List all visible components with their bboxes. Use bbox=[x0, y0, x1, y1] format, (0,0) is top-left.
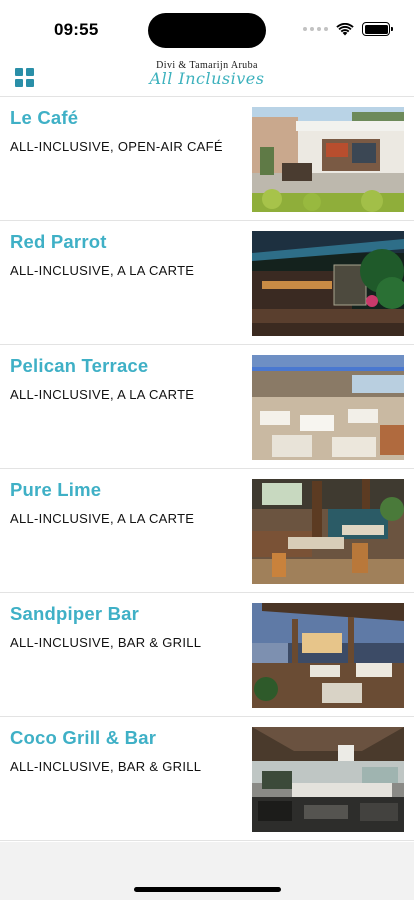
restaurant-row-le-cafe[interactable]: Le Café ALL-INCLUSIVE, OPEN-AIR CAFÉ bbox=[0, 97, 414, 221]
restaurant-name: Pure Lime bbox=[10, 479, 102, 500]
wifi-icon bbox=[336, 22, 354, 35]
restaurant-photo bbox=[252, 479, 404, 584]
restaurant-photo bbox=[252, 355, 404, 460]
status-bar: 09:55 bbox=[0, 0, 414, 56]
restaurant-row-sandpiper-bar[interactable]: Sandpiper Bar ALL-INCLUSIVE, BAR & GRILL bbox=[0, 593, 414, 717]
restaurant-photo bbox=[252, 727, 404, 832]
restaurant-name: Le Café bbox=[10, 107, 79, 128]
home-indicator[interactable] bbox=[134, 887, 281, 892]
restaurant-row-coco-grill-bar[interactable]: Coco Grill & Bar ALL-INCLUSIVE, BAR & GR… bbox=[0, 717, 414, 841]
restaurant-description: ALL-INCLUSIVE, BAR & GRILL bbox=[10, 759, 202, 774]
battery-icon bbox=[362, 22, 393, 36]
app-header: Divi & Tamarijn Aruba All Inclusives bbox=[0, 56, 414, 97]
dynamic-island bbox=[148, 13, 266, 48]
restaurant-name: Red Parrot bbox=[10, 231, 107, 252]
restaurant-description: ALL-INCLUSIVE, A LA CARTE bbox=[10, 387, 195, 402]
restaurant-description: ALL-INCLUSIVE, A LA CARTE bbox=[10, 511, 195, 526]
restaurant-name: Pelican Terrace bbox=[10, 355, 149, 376]
restaurant-photo bbox=[252, 231, 404, 336]
restaurant-row-pure-lime[interactable]: Pure Lime ALL-INCLUSIVE, A LA CARTE bbox=[0, 469, 414, 593]
logo-script-text: All Inclusives bbox=[149, 69, 265, 88]
restaurant-name: Sandpiper Bar bbox=[10, 603, 140, 624]
restaurant-photo bbox=[252, 107, 404, 212]
status-time: 09:55 bbox=[54, 20, 99, 39]
signal-icon bbox=[303, 27, 328, 31]
restaurant-description: ALL-INCLUSIVE, BAR & GRILL bbox=[10, 635, 202, 650]
restaurant-description: ALL-INCLUSIVE, OPEN-AIR CAFÉ bbox=[10, 139, 223, 154]
restaurant-row-pelican-terrace[interactable]: Pelican Terrace ALL-INCLUSIVE, A LA CART… bbox=[0, 345, 414, 469]
restaurant-list: Le Café ALL-INCLUSIVE, OPEN-AIR CAFÉ Red… bbox=[0, 97, 414, 841]
bottom-area bbox=[0, 842, 414, 900]
restaurant-description: ALL-INCLUSIVE, A LA CARTE bbox=[10, 263, 195, 278]
restaurant-row-red-parrot[interactable]: Red Parrot ALL-INCLUSIVE, A LA CARTE bbox=[0, 221, 414, 345]
resort-logo: Divi & Tamarijn Aruba All Inclusives bbox=[145, 60, 269, 94]
grid-menu-icon[interactable] bbox=[15, 68, 34, 87]
restaurant-photo bbox=[252, 603, 404, 708]
status-icons bbox=[303, 21, 393, 37]
restaurant-name: Coco Grill & Bar bbox=[10, 727, 157, 748]
